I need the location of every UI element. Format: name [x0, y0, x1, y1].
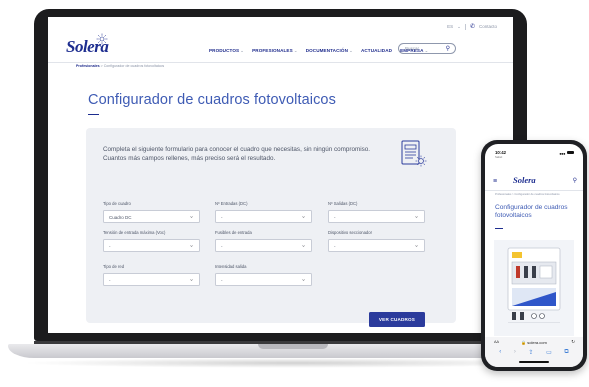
- bookmarks-icon[interactable]: ▭: [546, 349, 552, 356]
- chevron-down-icon: ⌄: [188, 243, 194, 248]
- laptop-screen: ES ⌄ ✆ Contacto Solera PRODUCTOS⌄ PROFES…: [48, 17, 513, 333]
- solera-logo[interactable]: Solera: [66, 33, 109, 57]
- search-input[interactable]: Buscar ⚲: [398, 43, 456, 54]
- configurator-form: Completa el siguiente formulario para co…: [86, 128, 456, 327]
- language-selector[interactable]: ES: [447, 24, 453, 29]
- chevron-down-icon: ⌄: [457, 23, 461, 29]
- tipo-red-select[interactable]: - ⌄: [103, 273, 200, 286]
- field-entradas-dc: Nº Entradas (DC) - ⌄: [215, 201, 312, 223]
- fusibles-entrada-select[interactable]: - ⌄: [215, 239, 312, 252]
- search-icon[interactable]: ⚲: [446, 45, 450, 52]
- reload-icon[interactable]: ↻: [571, 339, 575, 345]
- field-label: Tipo de red: [103, 264, 125, 269]
- search-icon[interactable]: ⚲: [573, 177, 577, 184]
- field-label: Intensidad salida: [215, 264, 247, 269]
- tabs-icon[interactable]: ⧉: [564, 349, 568, 356]
- breadcrumb: Profesionales > Configurador de cuadros …: [76, 64, 164, 68]
- breadcrumb-current: Configurador de cuadros fotovoltaicos: [103, 64, 165, 68]
- sun-icon: [96, 33, 108, 45]
- nav-item-productos[interactable]: PRODUCTOS⌄: [209, 48, 244, 54]
- page-title: Configurador de cuadros fotovoltaicos: [88, 92, 336, 108]
- chevron-down-icon: ⌄: [240, 48, 245, 53]
- phone-back-app[interactable]: Safari: [495, 155, 502, 159]
- tension-entrada-select[interactable]: - ⌄: [103, 239, 200, 252]
- battery-icon: [567, 151, 574, 154]
- search-placeholder: Buscar: [405, 46, 420, 51]
- electrical-panel-icon: [401, 140, 427, 167]
- chevron-down-icon: ⌄: [300, 277, 306, 282]
- field-label: Dispositivo seccionador: [328, 230, 372, 235]
- forward-icon[interactable]: ›: [514, 349, 516, 356]
- field-label: Nº Salidas (DC): [328, 201, 358, 206]
- ver-cuadros-button[interactable]: VER CUADROS: [369, 312, 425, 327]
- utility-bar: ES ⌄ ✆ Contacto: [447, 23, 497, 30]
- nav-item-profesionales[interactable]: PROFESIONALES⌄: [252, 48, 298, 54]
- contact-link[interactable]: Contacto: [479, 24, 497, 29]
- field-label: Tensión de entrada máxima (Voc): [103, 230, 166, 235]
- phone-icon: ✆: [469, 24, 475, 30]
- field-label: Fusibles de entrada: [215, 230, 252, 235]
- address-bar[interactable]: 🔒 solera.com: [485, 340, 583, 345]
- field-fusibles-entrada: Fusibles de entrada - ⌄: [215, 230, 312, 252]
- main-nav: PRODUCTOS⌄ PROFESIONALES⌄ DOCUMENTACIÓN⌄…: [209, 48, 428, 54]
- breadcrumb-separator: >: [100, 64, 103, 68]
- field-tension-entrada: Tensión de entrada máxima (Voc) - ⌄: [103, 230, 200, 252]
- nav-item-actualidad[interactable]: ACTUALIDAD: [361, 48, 392, 54]
- field-tipo-red: Tipo de red - ⌄: [103, 264, 200, 286]
- phone-page-title: Configurador de cuadros fotovoltaicos: [495, 204, 568, 219]
- phone-title-underline: [495, 228, 503, 229]
- field-salidas-dc: Nº Salidas (DC) - ⌄: [328, 201, 425, 223]
- browser-controls: ‹ › ⇪ ▭ ⧉: [485, 349, 583, 356]
- phone-logo[interactable]: Solera: [513, 175, 536, 185]
- share-icon[interactable]: ⇪: [528, 349, 533, 356]
- chevron-down-icon: ⌄: [349, 48, 353, 53]
- entradas-dc-select[interactable]: - ⌄: [215, 210, 312, 223]
- salidas-dc-select[interactable]: - ⌄: [328, 210, 425, 223]
- chevron-down-icon: ⌄: [300, 243, 306, 248]
- home-indicator: [519, 361, 549, 363]
- chevron-down-icon: ⌄: [413, 243, 419, 248]
- title-underline: [88, 114, 99, 115]
- phone-screen: 10:42 Safari ●●● ≡ Solera ⚲ Profesionale…: [485, 144, 583, 367]
- chevron-down-icon: ⌄: [293, 48, 298, 53]
- chevron-down-icon: ⌄: [188, 214, 194, 219]
- lock-icon: 🔒: [521, 340, 527, 345]
- dispositivo-seccionador-select[interactable]: - ⌄: [328, 239, 425, 252]
- nav-item-documentacion[interactable]: DOCUMENTACIÓN⌄: [306, 48, 353, 54]
- field-dispositivo-seccionador: Dispositivo seccionador - ⌄: [328, 230, 425, 252]
- field-intensidad-salida: Intensidad salida - ⌄: [215, 264, 312, 286]
- header-divider: [48, 62, 513, 63]
- divider: [464, 23, 466, 30]
- chevron-down-icon: ⌄: [300, 214, 306, 219]
- back-icon[interactable]: ‹: [499, 349, 501, 356]
- chevron-down-icon: ⌄: [413, 214, 419, 219]
- phone-breadcrumb: Profesionales > Configurador de cuadros …: [495, 193, 560, 196]
- electrical-panel-photo: [494, 240, 574, 336]
- chevron-down-icon: ⌄: [188, 277, 194, 282]
- signal-icon: ●●●: [559, 151, 565, 156]
- phone-header-divider: [485, 190, 583, 191]
- field-label: Tipo de cuadro: [103, 201, 131, 206]
- intensidad-salida-select[interactable]: - ⌄: [215, 273, 312, 286]
- field-label: Nº Entradas (DC): [215, 201, 248, 206]
- hamburger-menu-icon[interactable]: ≡: [493, 178, 497, 185]
- field-tipo-cuadro: Tipo de cuadro Cuadro DC ⌄: [103, 201, 200, 223]
- tipo-cuadro-select[interactable]: Cuadro DC ⌄: [103, 210, 200, 223]
- form-intro-text: Completa el siguiente formulario para co…: [103, 146, 371, 162]
- breadcrumb-root[interactable]: Profesionales: [76, 64, 100, 68]
- laptop-notch: [258, 344, 328, 349]
